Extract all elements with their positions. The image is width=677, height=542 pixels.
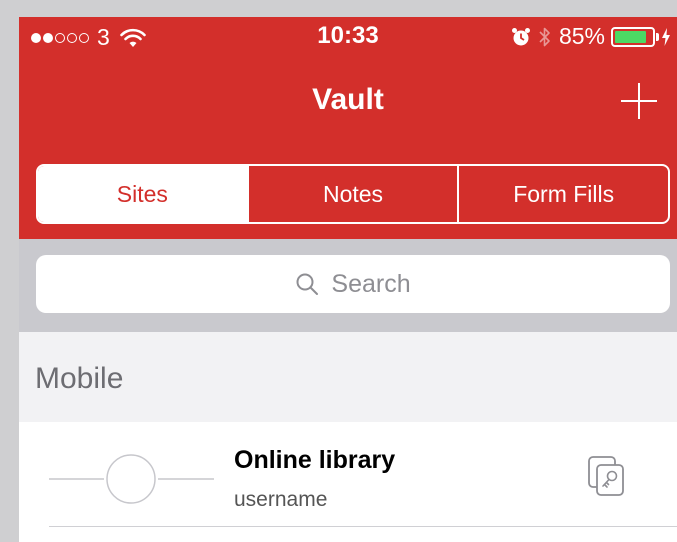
vault-tabs: Sites Notes Form Fills <box>36 164 670 224</box>
tab-notes[interactable]: Notes <box>246 166 458 222</box>
bluetooth-icon <box>539 27 550 46</box>
battery-tip <box>656 32 659 41</box>
site-placeholder-icon <box>49 454 214 504</box>
battery-level <box>615 30 646 43</box>
status-right: 85% <box>511 23 671 50</box>
header: 3 10:33 85% Vault Sites Notes Form Fills <box>19 17 677 239</box>
alarm-icon <box>511 27 530 45</box>
status-bar: 3 10:33 85% <box>19 17 677 57</box>
item-title: Online library <box>234 446 396 474</box>
tab-sites[interactable]: Sites <box>38 166 247 222</box>
row-divider <box>49 526 677 527</box>
battery-percent: 85% <box>558 23 605 49</box>
page-title: Vault <box>312 83 384 116</box>
copy-password-icon[interactable] <box>587 455 627 499</box>
tab-form-fills[interactable]: Form Fills <box>457 166 668 222</box>
search-input[interactable]: Search <box>36 255 670 313</box>
section-title: Mobile <box>35 362 124 395</box>
charging-icon <box>662 27 670 46</box>
add-item-button[interactable] <box>621 83 657 119</box>
item-subtitle: username <box>234 488 328 511</box>
list-item[interactable]: Online library username <box>19 422 677 542</box>
app-screen: 3 10:33 85% Vault Sites Notes Form Fills… <box>19 17 677 542</box>
section-header: Mobile <box>19 332 677 422</box>
search-placeholder: Search <box>331 269 411 298</box>
search-bar-area: Search <box>19 239 677 332</box>
battery-icon <box>611 26 655 47</box>
search-icon <box>296 273 319 295</box>
